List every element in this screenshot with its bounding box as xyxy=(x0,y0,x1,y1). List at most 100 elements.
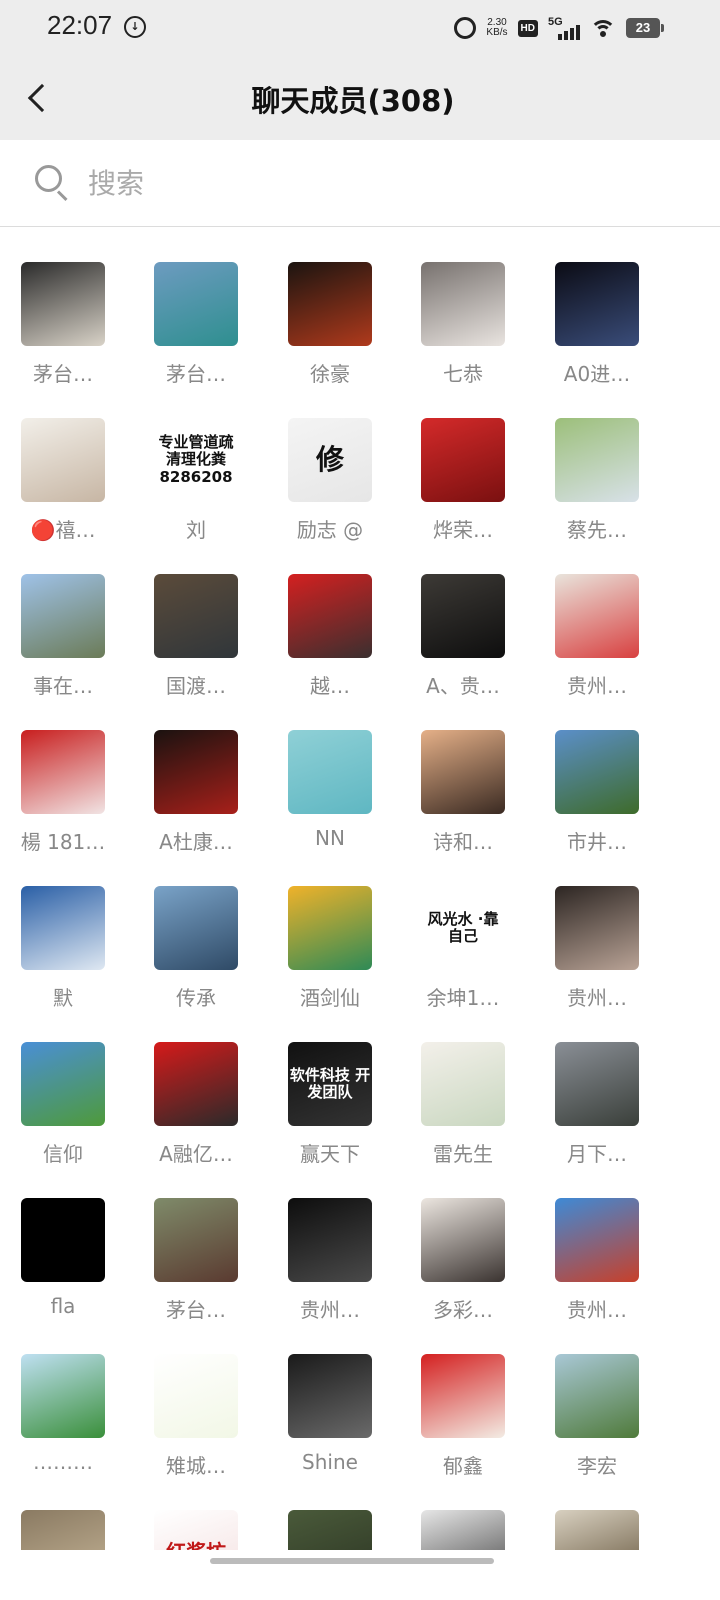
avatar[interactable] xyxy=(421,418,505,502)
avatar[interactable] xyxy=(154,1198,238,1282)
member-item[interactable]: 楊 181… xyxy=(0,730,130,870)
avatar[interactable] xyxy=(555,1510,639,1550)
avatar[interactable] xyxy=(21,418,105,502)
avatar[interactable]: 风光水 ·靠自己 xyxy=(421,886,505,970)
member-item[interactable]: 徐豪 xyxy=(267,262,397,402)
member-item[interactable]: 修励志 @ xyxy=(267,418,397,558)
search-bar[interactable] xyxy=(0,140,720,227)
member-item[interactable]: 月下… xyxy=(534,1042,664,1182)
member-item[interactable]: 软件科技 开发团队 赢天下 xyxy=(267,1042,397,1182)
member-item[interactable]: 雉城… xyxy=(133,1354,263,1494)
avatar[interactable]: 修 xyxy=(288,418,372,502)
member-item[interactable]: 事在… xyxy=(0,574,130,714)
member-item[interactable]: 蔡先… xyxy=(534,418,664,558)
member-item[interactable]: 默 xyxy=(0,886,130,1026)
member-item[interactable]: 国渡… xyxy=(133,574,263,714)
member-item[interactable]: 酒剑仙 xyxy=(267,886,397,1026)
member-item[interactable]: 🔴禧… xyxy=(0,418,130,558)
avatar[interactable] xyxy=(421,730,505,814)
avatar[interactable] xyxy=(21,262,105,346)
avatar[interactable] xyxy=(421,574,505,658)
member-item[interactable]: A、贵… xyxy=(400,574,530,714)
search-input[interactable] xyxy=(88,160,648,206)
hd-icon: HD xyxy=(517,19,538,37)
member-item[interactable]: 专业管道疏 清理化粪 8286208 刘 xyxy=(133,418,263,558)
member-item[interactable]: 红酱坊 xyxy=(133,1510,263,1550)
avatar[interactable] xyxy=(555,574,639,658)
member-item[interactable]: 贵州… xyxy=(534,1198,664,1338)
member-name: 🔴禧… xyxy=(30,518,96,542)
top-bar: 聊天成员(308) xyxy=(0,56,720,140)
avatar[interactable] xyxy=(288,1354,372,1438)
member-item[interactable]: 传承 xyxy=(133,886,263,1026)
avatar[interactable] xyxy=(154,262,238,346)
avatar[interactable] xyxy=(555,886,639,970)
member-item[interactable]: 茅台… xyxy=(133,262,263,402)
member-item[interactable]: 茅台… xyxy=(133,1198,263,1338)
avatar[interactable] xyxy=(154,1354,238,1438)
avatar[interactable] xyxy=(555,1354,639,1438)
member-item[interactable]: 市井… xyxy=(534,730,664,870)
home-indicator[interactable] xyxy=(210,1558,494,1564)
member-item[interactable]: 多彩… xyxy=(400,1198,530,1338)
alarm-icon xyxy=(454,17,477,39)
member-item[interactable]: 郁鑫 xyxy=(400,1354,530,1494)
member-item[interactable]: fla xyxy=(0,1198,130,1338)
member-item[interactable]: A0进… xyxy=(534,262,664,402)
avatar[interactable] xyxy=(154,574,238,658)
member-item[interactable]: NN xyxy=(267,730,397,870)
avatar[interactable] xyxy=(288,1510,372,1550)
avatar[interactable]: 专业管道疏 清理化粪 8286208 xyxy=(154,418,238,502)
avatar[interactable] xyxy=(21,574,105,658)
member-item[interactable]: 越… xyxy=(267,574,397,714)
member-item[interactable]: 烨荣… xyxy=(400,418,530,558)
avatar[interactable] xyxy=(21,1042,105,1126)
member-item[interactable]: Shine xyxy=(267,1354,397,1494)
member-item[interactable] xyxy=(0,1510,130,1550)
avatar[interactable] xyxy=(21,1510,105,1550)
avatar[interactable] xyxy=(555,1042,639,1126)
member-item[interactable]: 李宏 xyxy=(534,1354,664,1494)
avatar[interactable] xyxy=(288,886,372,970)
member-item[interactable]: 贵州… xyxy=(267,1198,397,1338)
avatar[interactable] xyxy=(154,730,238,814)
member-item[interactable]: 贵州… xyxy=(534,574,664,714)
member-item[interactable]: 信仰 xyxy=(0,1042,130,1182)
member-item[interactable] xyxy=(267,1510,397,1550)
member-item[interactable]: ……… xyxy=(0,1354,130,1494)
avatar[interactable]: 红酱坊 xyxy=(154,1510,238,1550)
avatar[interactable] xyxy=(21,1198,105,1282)
member-name: ……… xyxy=(33,1450,93,1474)
member-item[interactable]: A杜康… xyxy=(133,730,263,870)
avatar[interactable] xyxy=(421,1510,505,1550)
member-item[interactable] xyxy=(534,1510,664,1550)
member-item[interactable]: 诗和… xyxy=(400,730,530,870)
member-item[interactable] xyxy=(400,1510,530,1550)
avatar[interactable] xyxy=(421,1354,505,1438)
avatar[interactable] xyxy=(154,1042,238,1126)
member-item[interactable]: 风光水 ·靠自己余坤1… xyxy=(400,886,530,1026)
avatar[interactable] xyxy=(21,886,105,970)
avatar[interactable] xyxy=(421,262,505,346)
avatar[interactable] xyxy=(288,262,372,346)
avatar[interactable] xyxy=(21,730,105,814)
member-item[interactable]: 茅台… xyxy=(0,262,130,402)
avatar[interactable] xyxy=(421,1198,505,1282)
avatar[interactable]: 软件科技 开发团队 xyxy=(288,1042,372,1126)
member-item[interactable]: 七恭 xyxy=(400,262,530,402)
avatar[interactable] xyxy=(555,1198,639,1282)
avatar[interactable] xyxy=(555,730,639,814)
avatar[interactable] xyxy=(421,1042,505,1126)
avatar[interactable] xyxy=(154,886,238,970)
member-item[interactable]: 雷先生 xyxy=(400,1042,530,1182)
avatar[interactable] xyxy=(555,262,639,346)
avatar[interactable] xyxy=(288,1198,372,1282)
avatar[interactable] xyxy=(21,1354,105,1438)
member-name: 余坤1… xyxy=(426,986,500,1010)
member-item[interactable]: A融亿… xyxy=(133,1042,263,1182)
member-item[interactable]: 贵州… xyxy=(534,886,664,1026)
avatar[interactable] xyxy=(288,730,372,814)
avatar[interactable] xyxy=(288,574,372,658)
member-name: fla xyxy=(50,1294,76,1318)
avatar[interactable] xyxy=(555,418,639,502)
